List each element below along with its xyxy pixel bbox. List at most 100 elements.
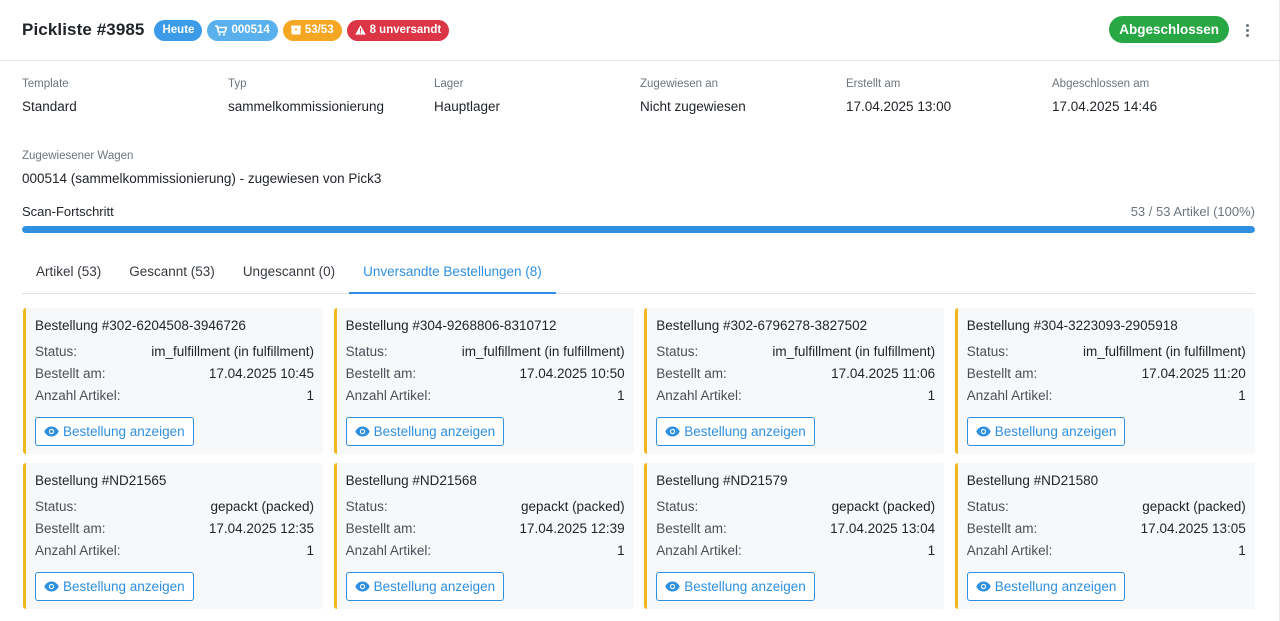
order-date-value: 17.04.2025 13:04 bbox=[830, 520, 936, 536]
info-wagen-label: Zugewiesener Wagen bbox=[22, 150, 134, 162]
order-date-label: Bestellt am: bbox=[35, 520, 106, 536]
order-count-row: Anzahl Artikel: 1 bbox=[967, 539, 1246, 561]
order-count-row: Anzahl Artikel: 1 bbox=[346, 539, 625, 561]
order-count-row: Anzahl Artikel: 1 bbox=[35, 539, 314, 561]
more-options-icon[interactable] bbox=[1239, 19, 1255, 41]
order-status-label: Status: bbox=[35, 343, 78, 359]
view-order-button[interactable]: Bestellung anzeigen bbox=[35, 572, 194, 601]
view-order-button[interactable]: Bestellung anzeigen bbox=[966, 417, 1126, 446]
view-order-button[interactable]: Bestellung anzeigen bbox=[656, 572, 815, 601]
info-zugewiesen: Zugewiesen an Nicht zugewiesen bbox=[640, 78, 846, 114]
order-title: Bestellung #302-6796278-3827502 bbox=[656, 318, 868, 333]
order-count-row: Anzahl Artikel: 1 bbox=[346, 384, 625, 406]
order-date-row: Bestellt am: 17.04.2025 10:50 bbox=[346, 362, 625, 384]
order-date-value: 17.04.2025 13:05 bbox=[1140, 520, 1246, 536]
eye-icon bbox=[976, 426, 991, 437]
eye-icon bbox=[44, 426, 59, 437]
order-count-value: 1 bbox=[306, 387, 314, 403]
order-card: Bestellung #ND21568 Status: gepackt (pac… bbox=[333, 463, 634, 609]
order-status-value: im_fulfillment (in fulfillment) bbox=[772, 343, 936, 359]
order-count-label: Anzahl Artikel: bbox=[656, 387, 742, 403]
order-status-label: Status: bbox=[966, 498, 1009, 514]
order-date-row: Bestellt am: 17.04.2025 13:05 bbox=[967, 517, 1246, 539]
info-typ-value: sammelkommissionierung bbox=[228, 99, 385, 114]
order-card: Bestellung #ND21580 Status: gepackt (pac… bbox=[954, 463, 1255, 609]
order-status-row: Status: gepackt (packed) bbox=[346, 495, 625, 517]
info-lager-label: Lager bbox=[434, 78, 464, 90]
order-status-label: Status: bbox=[35, 498, 78, 514]
order-date-label: Bestellt am: bbox=[35, 365, 106, 381]
order-status-row: Status: im_fulfillment (in fulfillment) bbox=[346, 340, 625, 362]
order-date-label: Bestellt am: bbox=[966, 520, 1038, 536]
order-count-value: 1 bbox=[617, 542, 625, 558]
order-date-row: Bestellt am: 17.04.2025 11:20 bbox=[967, 362, 1246, 384]
order-count-value: 1 bbox=[927, 387, 936, 403]
order-date-value: 17.04.2025 10:45 bbox=[208, 365, 314, 381]
order-status-row: Status: gepackt (packed) bbox=[35, 495, 314, 517]
info-wagen-value: 000514 (sammelkommissionierung) - zugewi… bbox=[22, 171, 382, 186]
unshipped-badge: 8 unversandt bbox=[346, 19, 450, 41]
order-status-label: Status: bbox=[345, 498, 388, 514]
order-card: Bestellung #ND21565 Status: gepackt (pac… bbox=[23, 463, 323, 609]
view-order-button[interactable]: Bestellung anzeigen bbox=[35, 417, 194, 446]
view-order-label: Bestellung anzeigen bbox=[994, 579, 1117, 594]
info-abgeschlossen-value: 17.04.2025 14:46 bbox=[1052, 99, 1158, 114]
info-template: Template Standard bbox=[22, 78, 228, 114]
order-date-row: Bestellt am: 17.04.2025 10:45 bbox=[35, 362, 314, 384]
view-order-button[interactable]: Bestellung anzeigen bbox=[345, 572, 505, 601]
order-count-value: 1 bbox=[927, 542, 936, 558]
cart-icon bbox=[215, 24, 228, 36]
scan-progress-bar bbox=[22, 226, 1255, 233]
order-date-row: Bestellt am: 17.04.2025 13:04 bbox=[656, 517, 935, 539]
order-count-row: Anzahl Artikel: 1 bbox=[656, 384, 935, 406]
order-date-row: Bestellt am: 17.04.2025 11:06 bbox=[656, 362, 935, 384]
eye-icon bbox=[665, 426, 680, 437]
order-date-value: 17.04.2025 12:35 bbox=[208, 520, 314, 536]
order-status-row: Status: im_fulfillment (in fulfillment) bbox=[35, 340, 314, 362]
info-template-value: Standard bbox=[22, 99, 77, 114]
view-order-label: Bestellung anzeigen bbox=[63, 424, 185, 439]
view-order-label: Bestellung anzeigen bbox=[63, 579, 185, 594]
view-order-button[interactable]: Bestellung anzeigen bbox=[966, 572, 1126, 601]
order-date-label: Bestellt am: bbox=[656, 365, 727, 381]
tab-gescannt[interactable]: Gescannt (53) bbox=[115, 257, 229, 293]
view-order-button[interactable]: Bestellung anzeigen bbox=[656, 417, 815, 446]
cart-badge-label: 000514 bbox=[231, 24, 270, 36]
order-status-value: im_fulfillment (in fulfillment) bbox=[151, 343, 314, 359]
view-order-label: Bestellung anzeigen bbox=[684, 424, 806, 439]
order-date-row: Bestellt am: 17.04.2025 12:35 bbox=[35, 517, 314, 539]
order-status-row: Status: gepackt (packed) bbox=[656, 495, 935, 517]
status-completed-button[interactable]: Abgeschlossen bbox=[1109, 16, 1229, 43]
tab-artikel[interactable]: Artikel (53) bbox=[22, 257, 115, 293]
tab-ungescannt[interactable]: Ungescannt (0) bbox=[229, 257, 349, 293]
status-completed-label: Abgeschlossen bbox=[1119, 22, 1219, 37]
order-date-value: 17.04.2025 12:39 bbox=[519, 520, 625, 536]
order-status-label: Status: bbox=[345, 343, 388, 359]
order-card: Bestellung #302-6204508-3946726 Status: … bbox=[23, 308, 323, 454]
order-count-label: Anzahl Artikel: bbox=[966, 387, 1053, 403]
tab-unversandte-bestellungen[interactable]: Unversandte Bestellungen (8) bbox=[349, 257, 556, 294]
info-lager-value: Hauptlager bbox=[434, 99, 501, 114]
info-lager: Lager Hauptlager bbox=[434, 78, 640, 114]
order-title: Bestellung #ND21579 bbox=[656, 473, 788, 488]
order-card: Bestellung #ND21579 Status: gepackt (pac… bbox=[644, 463, 945, 609]
eye-icon bbox=[976, 581, 991, 592]
order-status-value: gepackt (packed) bbox=[831, 498, 936, 514]
order-title: Bestellung #304-9268806-8310712 bbox=[345, 318, 557, 333]
today-badge: Heute bbox=[154, 19, 203, 41]
info-wagen: Zugewiesener Wagen 000514 (sammelkommiss… bbox=[22, 150, 381, 186]
order-date-label: Bestellt am: bbox=[345, 520, 417, 536]
order-title: Bestellung #ND21580 bbox=[966, 473, 1099, 488]
order-count-label: Anzahl Artikel: bbox=[656, 542, 742, 558]
info-abgeschlossen-label: Abgeschlossen am bbox=[1052, 78, 1150, 90]
order-count-label: Anzahl Artikel: bbox=[35, 542, 121, 558]
view-order-button[interactable]: Bestellung anzeigen bbox=[345, 417, 505, 446]
picklist-info: Template Standard Typ sammelkommissionie… bbox=[22, 78, 1258, 114]
order-count-row: Anzahl Artikel: 1 bbox=[967, 384, 1246, 406]
today-badge-label: Heute bbox=[162, 24, 195, 36]
cart-badge: 000514 bbox=[207, 19, 278, 41]
view-order-label: Bestellung anzeigen bbox=[994, 424, 1117, 439]
order-status-label: Status: bbox=[656, 343, 699, 359]
scan-progress-header: Scan-Fortschritt 53 / 53 Artikel (100%) bbox=[22, 204, 1255, 219]
order-count-label: Anzahl Artikel: bbox=[345, 542, 432, 558]
